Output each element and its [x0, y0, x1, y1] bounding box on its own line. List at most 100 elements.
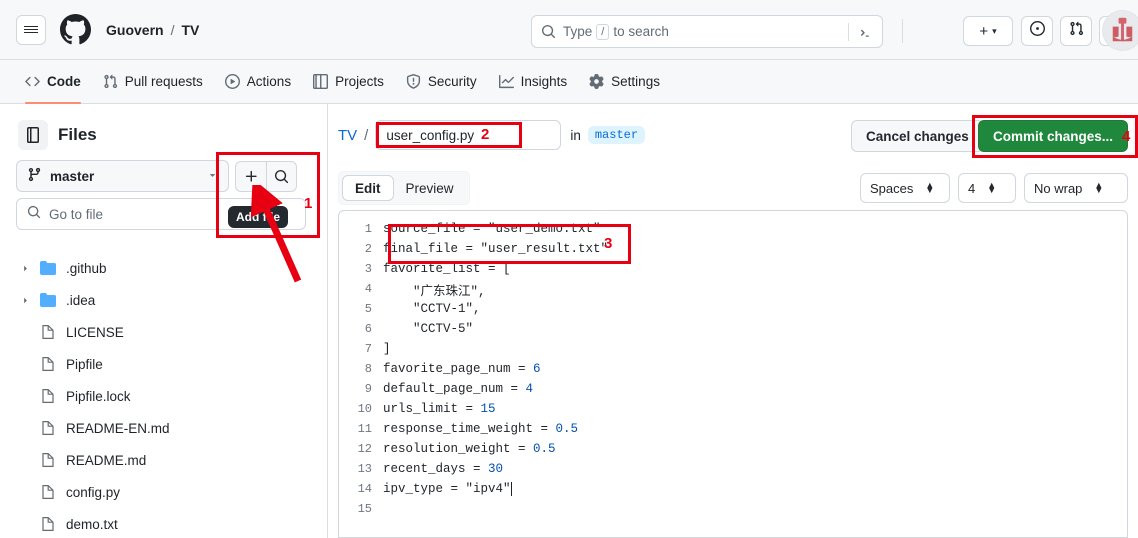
- tab-settings-label: Settings: [611, 74, 660, 89]
- line-number-literal: 30: [488, 462, 504, 476]
- line-number-literal: 15: [480, 402, 496, 416]
- wrap-mode-value: No wrap: [1034, 180, 1083, 196]
- list-item-idea[interactable]: .idea: [0, 284, 328, 316]
- cancel-changes-button[interactable]: Cancel changes: [851, 120, 984, 152]
- list-item-label: Pipfile.lock: [66, 388, 131, 404]
- code-line: 2 final_file = "user_result.txt": [339, 239, 1127, 259]
- chevron-updown-icon: ▲ ▼: [1094, 180, 1104, 195]
- indent-size-value: 4: [968, 180, 976, 196]
- breadcrumb-owner[interactable]: Guovern: [106, 22, 164, 38]
- command-palette-icon[interactable]: [848, 22, 873, 41]
- add-file-tooltip: Add file: [228, 206, 288, 228]
- tab-edit[interactable]: Edit: [342, 175, 394, 201]
- list-item-pipfile[interactable]: Pipfile: [0, 348, 328, 380]
- files-header: Files: [0, 104, 327, 150]
- line-text: ipv_type = "ipv4": [383, 482, 511, 496]
- edit-preview-tabs: Edit Preview: [338, 171, 470, 205]
- search-placeholder-pre: Type: [563, 24, 593, 39]
- line-number: 8: [364, 362, 372, 376]
- code-line: 4 "广东珠江",: [339, 279, 1127, 299]
- wrap-mode-select[interactable]: No wrap ▲ ▼: [1024, 173, 1128, 203]
- line-text: response_time_weight =: [383, 422, 556, 436]
- chevron-updown-icon: ▲ ▼: [925, 180, 935, 195]
- list-item-readme-en[interactable]: README-EN.md: [0, 412, 328, 444]
- tab-security[interactable]: Security: [397, 66, 486, 98]
- create-new-button[interactable]: + ▾: [963, 16, 1013, 46]
- list-item-demo-txt[interactable]: demo.txt: [0, 508, 328, 538]
- chevron-right-icon[interactable]: [18, 263, 32, 274]
- issues-button[interactable]: [1021, 16, 1053, 46]
- list-item-readme[interactable]: README.md: [0, 444, 328, 476]
- graph-icon: [498, 74, 514, 89]
- line-text: urls_limit =: [383, 402, 481, 416]
- search-icon: [27, 205, 41, 224]
- list-item-label: config.py: [66, 484, 121, 500]
- tab-actions[interactable]: Actions: [216, 66, 300, 98]
- code-line: 9 default_page_num = 4: [339, 379, 1127, 399]
- search-placeholder-post: to search: [613, 24, 669, 39]
- tab-projects-label: Projects: [335, 74, 384, 89]
- line-number: 6: [364, 322, 372, 336]
- filename-input[interactable]: user_config.py: [375, 120, 562, 150]
- file-icon: [40, 388, 58, 404]
- branch-row: master: [16, 160, 297, 192]
- path-repo-link[interactable]: TV: [338, 127, 357, 144]
- list-item-label: .idea: [66, 292, 96, 308]
- code-line: 5 "CCTV-1",: [339, 299, 1127, 319]
- pull-requests-icon: [1069, 21, 1084, 41]
- tab-edit-label: Edit: [355, 180, 381, 196]
- line-number: 3: [364, 262, 372, 276]
- indent-size-select[interactable]: 4 ▲ ▼: [958, 173, 1016, 203]
- file-list: .github .idea LICENSE Pipfile Pipfile.lo…: [0, 252, 328, 538]
- tab-preview[interactable]: Preview: [394, 175, 466, 201]
- tab-security-label: Security: [427, 74, 477, 89]
- tab-code[interactable]: Code: [16, 66, 90, 104]
- code-line: 7]: [339, 339, 1127, 359]
- chevron-down-icon: ▾: [992, 25, 997, 36]
- code-icon: [25, 74, 40, 89]
- branch-selector[interactable]: master: [16, 160, 229, 192]
- page-root: Guovern / TV Type / to search + ▾ Code P…: [0, 0, 1138, 538]
- line-number-literal: 0.5: [533, 442, 556, 456]
- pull-requests-button[interactable]: [1060, 16, 1092, 46]
- list-item-license[interactable]: LICENSE: [0, 316, 328, 348]
- breadcrumb-repo[interactable]: TV: [181, 22, 199, 38]
- sidebar-collapse-icon[interactable]: [18, 120, 48, 150]
- line-text: recent_days =: [383, 462, 489, 476]
- search-files-button[interactable]: [266, 160, 297, 192]
- tab-settings[interactable]: Settings: [580, 66, 669, 98]
- github-logo[interactable]: [60, 14, 92, 46]
- tab-projects[interactable]: Projects: [304, 66, 393, 98]
- header-divider: [902, 19, 903, 43]
- menu-icon[interactable]: [16, 14, 46, 45]
- editor-settings: Spaces ▲ ▼ 4 ▲ ▼ No wrap ▲ ▼: [860, 173, 1128, 203]
- indent-mode-value: Spaces: [870, 180, 914, 196]
- add-file-button[interactable]: [235, 160, 266, 192]
- table-icon: [313, 74, 329, 89]
- line-number: 10: [357, 402, 372, 416]
- list-item-config-py[interactable]: config.py: [0, 476, 328, 508]
- avatar[interactable]: [1102, 10, 1138, 51]
- code-line: 15: [339, 499, 1127, 519]
- line-text: favorite_list = [: [383, 262, 511, 276]
- line-text: ]: [383, 342, 391, 356]
- list-item-pipfile-lock[interactable]: Pipfile.lock: [0, 380, 328, 412]
- code-area[interactable]: 1 source_file = "user_demo.txt" 2 final_fi…: [339, 211, 1127, 537]
- search-input[interactable]: Type / to search: [531, 15, 883, 48]
- issues-icon: [1029, 21, 1045, 41]
- line-number: 5: [364, 302, 372, 316]
- line-text: "CCTV-1",: [383, 302, 481, 316]
- code-editor[interactable]: 1 source_file = "user_demo.txt" 2 final_fi…: [338, 210, 1128, 538]
- tab-insights[interactable]: Insights: [490, 66, 577, 98]
- chevron-updown-icon: ▲ ▼: [987, 180, 997, 195]
- line-text: final_file = "user_result.txt": [383, 242, 609, 256]
- chevron-right-icon[interactable]: [18, 295, 32, 306]
- indent-mode-select[interactable]: Spaces ▲ ▼: [860, 173, 950, 203]
- git-pull-request-icon: [103, 74, 118, 89]
- file-sidebar: Files master Go to file .github .idea LI…: [0, 104, 328, 538]
- list-item-github[interactable]: .github: [0, 252, 328, 284]
- tab-pull-requests[interactable]: Pull requests: [94, 66, 212, 98]
- list-item-label: README.md: [66, 452, 147, 468]
- commit-changes-button[interactable]: Commit changes...: [978, 120, 1129, 152]
- file-icon: [40, 452, 58, 468]
